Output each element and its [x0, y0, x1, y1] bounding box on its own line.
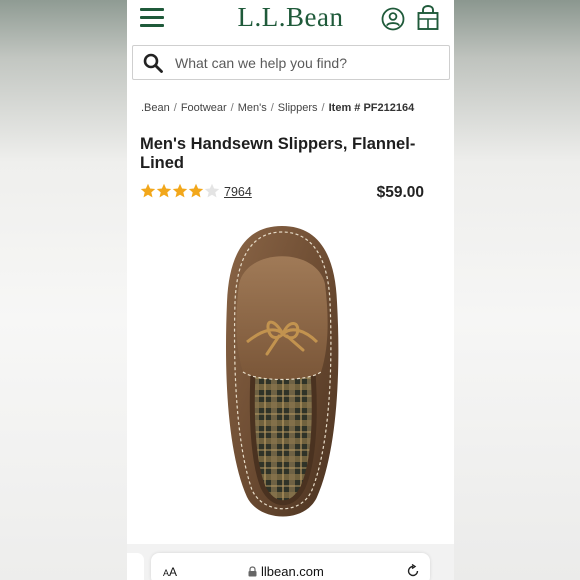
rating-stars-icon	[140, 183, 220, 198]
url-text: llbean.com	[261, 564, 324, 579]
breadcrumb-slippers[interactable]: Slippers	[278, 102, 318, 114]
breadcrumb-footwear[interactable]: Footwear	[181, 102, 227, 114]
phone-screen: L.L.Bean .Bean/Footwear/Men's/Slippers/I…	[127, 0, 454, 580]
breadcrumb: .Bean / Footwear / Men's / Slippers / Item # PF2…	[141, 102, 451, 114]
background-right	[454, 0, 580, 580]
reader-text-size-button[interactable]: AA	[163, 565, 177, 579]
account-icon[interactable]	[381, 7, 405, 31]
site-header: L.L.Bean	[127, 0, 454, 40]
product-image[interactable]	[217, 222, 347, 527]
search-input[interactable]	[175, 46, 445, 79]
breadcrumb-mens[interactable]: Men's	[238, 102, 267, 114]
product-title: Men's Handsewn Slippers, Flannel-Lined	[140, 135, 416, 172]
previous-tab-preview[interactable]	[127, 553, 144, 580]
breadcrumb-separator: /	[270, 102, 274, 114]
browser-address-bar[interactable]: AA llbean.com	[151, 553, 430, 580]
search-box[interactable]	[132, 45, 450, 80]
lock-icon	[248, 566, 257, 577]
review-count-link[interactable]: 7964	[224, 185, 252, 199]
product-price: $59.00	[376, 184, 424, 201]
background-left	[0, 0, 127, 580]
breadcrumb-separator: /	[230, 102, 234, 114]
shopping-bag-icon[interactable]	[416, 5, 440, 31]
breadcrumb-separator: /	[321, 102, 325, 114]
breadcrumb-separator: /	[173, 102, 177, 114]
item-number: Item # PF212164	[328, 102, 415, 114]
breadcrumb-home[interactable]: .Bean	[141, 102, 170, 114]
reload-icon[interactable]	[406, 564, 420, 578]
url-display[interactable]: llbean.com	[248, 564, 324, 579]
search-icon[interactable]	[143, 53, 163, 73]
browser-toolbar: AA llbean.com	[127, 544, 454, 580]
